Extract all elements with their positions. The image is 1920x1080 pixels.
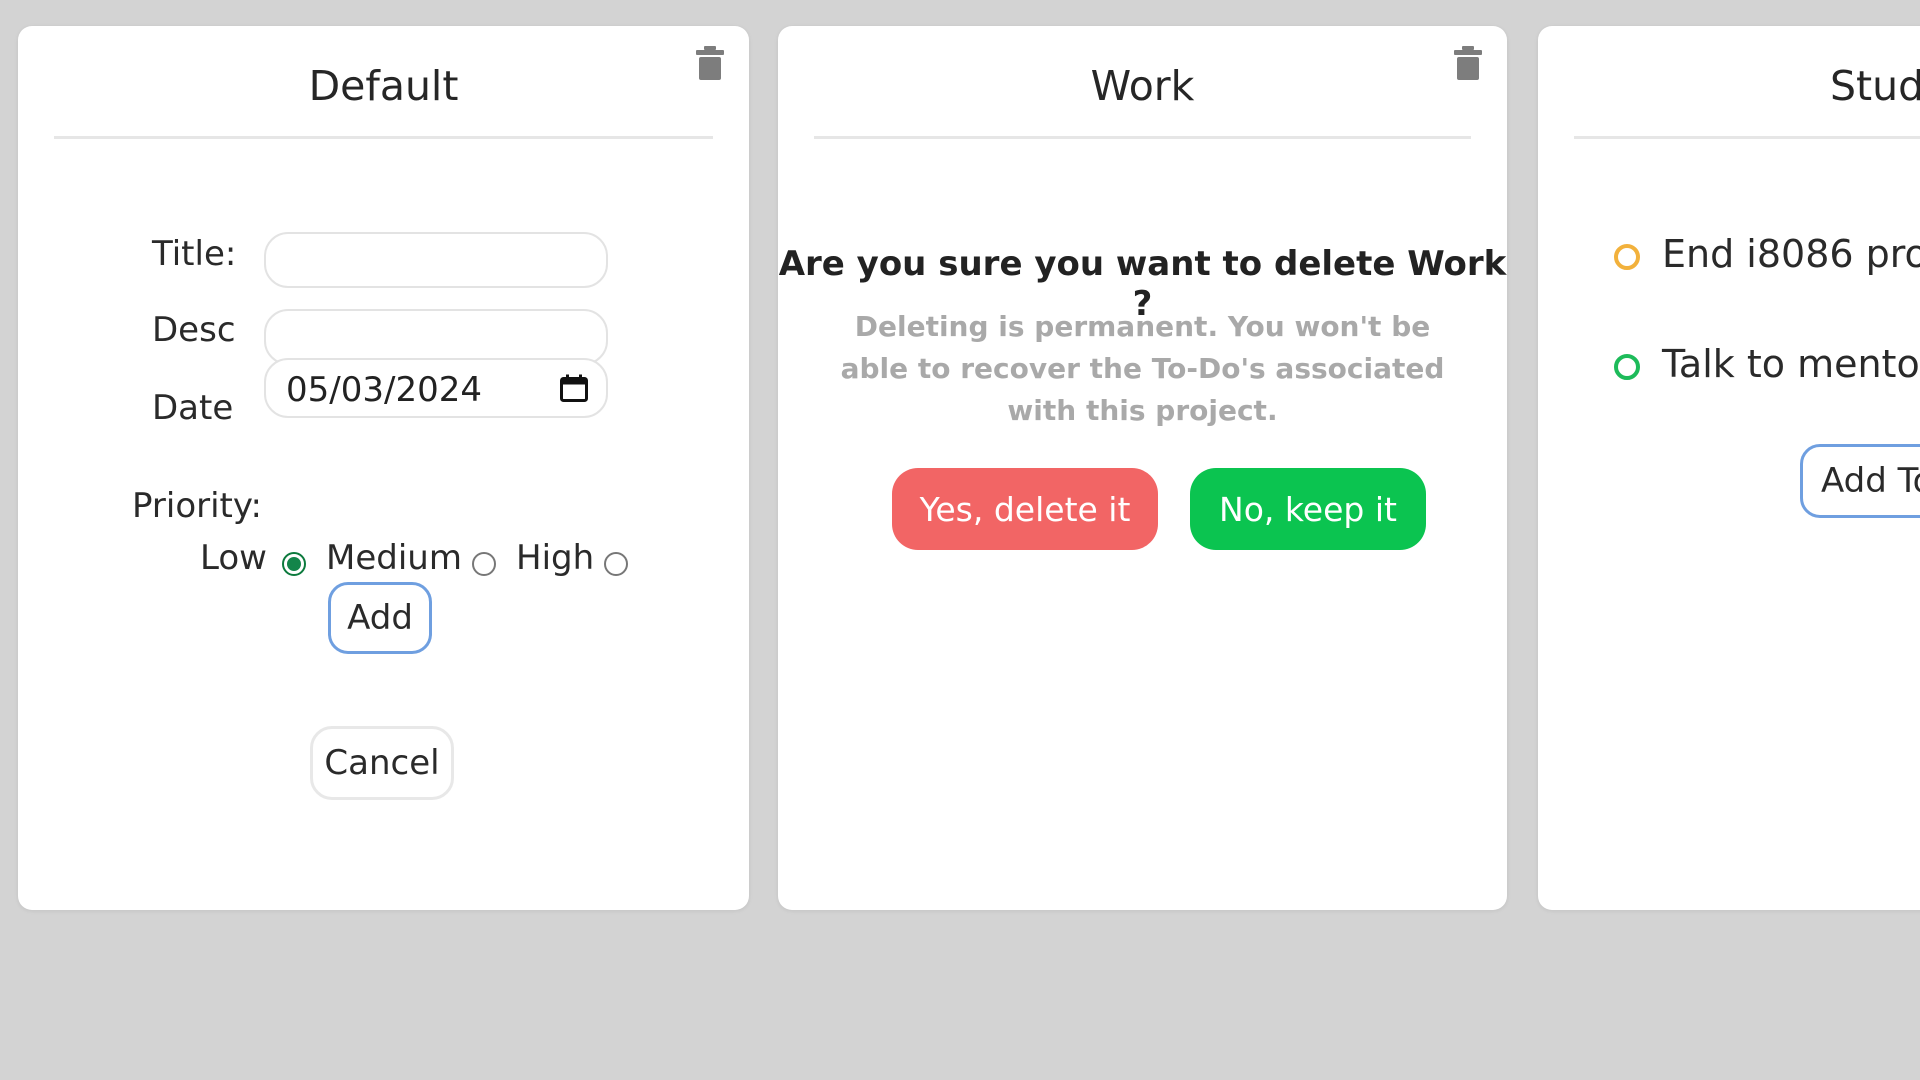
add-todo-button[interactable]: Add To (1800, 444, 1920, 518)
priority-low-label: Low (200, 538, 267, 578)
trash-icon[interactable] (696, 46, 724, 80)
todo-status-icon[interactable] (1614, 244, 1640, 270)
todo-text: Talk to mentor (1662, 342, 1920, 386)
date-value: 05/03/2024 (286, 370, 482, 410)
project-card-default: Default Title: Desc Date 05/03/2024 Prio… (18, 26, 749, 910)
project-title: Stud (1830, 62, 1920, 110)
calendar-icon[interactable] (560, 374, 588, 402)
title-label: Title: (152, 234, 237, 274)
project-card-study: Stud End i8086 proj Talk to mentor Add T… (1538, 26, 1920, 910)
trash-icon[interactable] (1454, 46, 1482, 80)
add-button[interactable]: Add (328, 582, 432, 654)
priority-medium-label: Medium (326, 538, 462, 578)
projects-board: Default Title: Desc Date 05/03/2024 Prio… (0, 0, 1920, 1080)
cancel-button[interactable]: Cancel (310, 726, 454, 800)
title-input[interactable] (264, 232, 608, 288)
todo-text: End i8086 proj (1662, 232, 1920, 276)
project-title: Work (1090, 62, 1195, 110)
priority-high-radio[interactable] (604, 552, 628, 576)
delete-confirm-detail: Deleting is permanent. You won't be able… (840, 310, 1445, 427)
confirm-delete-button[interactable]: Yes, delete it (892, 468, 1158, 550)
priority-label: Priority: (132, 486, 262, 526)
card-header: Work (814, 26, 1471, 139)
desc-input[interactable] (264, 309, 608, 365)
date-input[interactable]: 05/03/2024 (264, 358, 608, 418)
desc-label: Desc (152, 310, 236, 350)
date-label: Date (152, 388, 234, 428)
project-card-work: Work Are you sure you want to delete Wor… (778, 26, 1507, 910)
priority-high-label: High (516, 538, 595, 578)
priority-low-radio[interactable] (282, 552, 306, 576)
card-header: Default (54, 26, 713, 139)
project-title: Default (308, 62, 459, 110)
card-header: Stud (1574, 26, 1920, 139)
priority-medium-radio[interactable] (472, 552, 496, 576)
todo-status-icon[interactable] (1614, 354, 1640, 380)
keep-project-button[interactable]: No, keep it (1190, 468, 1426, 550)
